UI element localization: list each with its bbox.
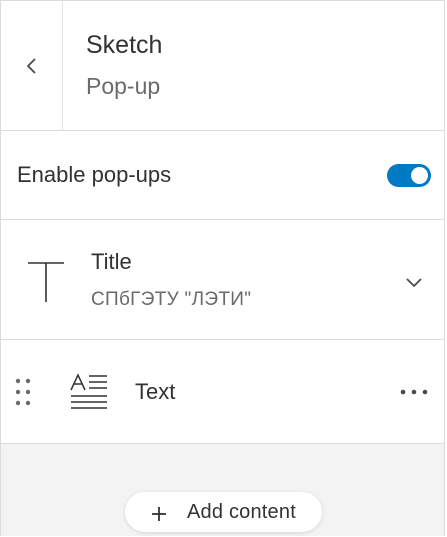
title-text-icon (1, 256, 91, 304)
chevron-left-icon (26, 57, 36, 74)
add-content-label: Add content (187, 500, 296, 523)
drag-handle-icon[interactable] (1, 377, 45, 407)
chevron-down-icon (406, 277, 422, 287)
text-paragraph-icon (45, 372, 117, 411)
title-element-label: Title (91, 248, 132, 274)
switch-knob (411, 166, 428, 184)
title-element-texts: Title СПбГЭТУ "ЛЭТИ" (91, 249, 384, 311)
footer-area: Add content (1, 444, 444, 536)
title-element-value: СПбГЭТУ "ЛЭТИ" (91, 288, 252, 310)
expand-title-button[interactable] (384, 272, 444, 288)
plus-icon (152, 507, 167, 521)
text-element-more-button[interactable] (384, 388, 444, 396)
panel-header: Sketch Pop-up (1, 1, 444, 131)
add-content-button[interactable]: Add content (125, 492, 322, 532)
text-element-label: Text (135, 378, 176, 404)
header-title: Sketch (86, 31, 163, 59)
back-button[interactable] (1, 1, 63, 130)
header-subtitle: Pop-up (86, 73, 161, 99)
enable-popups-label: Enable pop-ups (17, 162, 172, 187)
text-element-block[interactable]: Text (1, 340, 444, 444)
title-element-block[interactable]: Title СПбГЭТУ "ЛЭТИ" (1, 220, 444, 340)
header-text: Sketch Pop-up (63, 1, 162, 130)
more-horizontal-icon (400, 389, 428, 394)
popup-config-panel: Sketch Pop-up Enable pop-ups Title СПбГЭ… (0, 0, 445, 536)
enable-popups-switch[interactable] (387, 163, 431, 187)
enable-popups-row: Enable pop-ups (1, 131, 444, 220)
